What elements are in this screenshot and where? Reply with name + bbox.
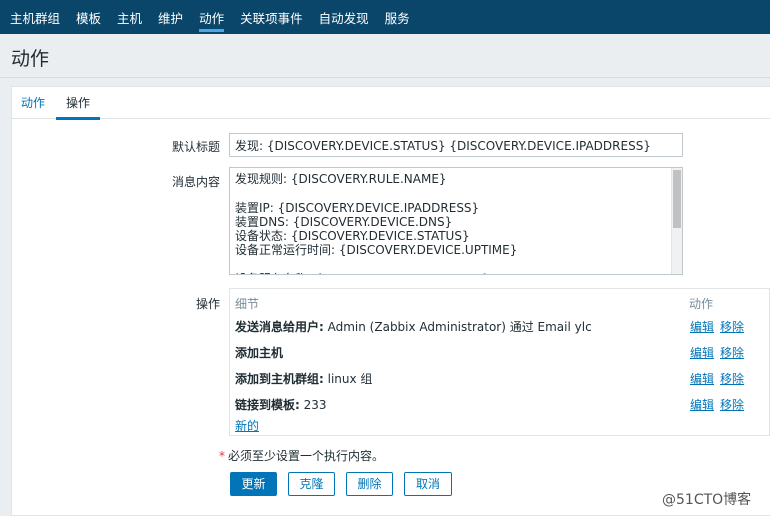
watermark: @51CTO博客 — [662, 492, 752, 508]
tab-action[interactable]: 动作 — [21, 87, 45, 119]
message-line: 装置DNS: {DISCOVERY.DEVICE.DNS} — [235, 214, 453, 229]
message-line: 设备服务名称: {DISCOVERY.SERVICE.NAME} — [235, 272, 668, 274]
required-asterisk: * — [219, 449, 225, 463]
operations-table: 细节 动作 发送消息给用户: Admin (Zabbix Administrat… — [229, 288, 770, 436]
update-button[interactable]: 更新 — [230, 472, 277, 496]
message-line: 设备状态: {DISCOVERY.DEVICE.STATUS} — [235, 229, 470, 244]
ops-row: 链接到模板: 233 编辑 移除 — [235, 396, 765, 416]
ops-col-details: 细节 — [235, 297, 260, 311]
operations-label: 操作 — [195, 297, 220, 311]
ops-remove-link[interactable]: 移除 — [720, 318, 744, 335]
required-note-text: 必须至少设置一个执行内容。 — [228, 449, 385, 463]
scroll-thumb[interactable] — [673, 170, 681, 228]
clone-button[interactable]: 克隆 — [288, 472, 335, 496]
message-line: 装置IP: {DISCOVERY.DEVICE.IPADDRESS} — [235, 200, 480, 215]
ops-row-desc: Admin (Zabbix Administrator) 通过 Email yl… — [323, 320, 592, 334]
nav-item-host-groups[interactable]: 主机群组 — [2, 0, 68, 34]
default-subject-input[interactable]: 发现: {DISCOVERY.DEVICE.STATUS} {DISCOVERY… — [229, 133, 683, 157]
top-navigation: 主机群组 模板 主机 维护 动作 关联项事件 自动发现 服务 — [0, 0, 770, 34]
nav-item-maintenance[interactable]: 维护 — [150, 0, 191, 34]
ops-remove-link[interactable]: 移除 — [720, 396, 744, 413]
message-line: 设备正常运行时间: {DISCOVERY.DEVICE.UPTIME} — [235, 243, 518, 258]
ops-row-title: 添加主机 — [235, 346, 284, 360]
ops-row-detail: 添加到主机群组: linux 组 — [235, 370, 372, 387]
new-operation-link[interactable]: 新的 — [235, 417, 259, 434]
delete-button[interactable]: 删除 — [346, 472, 393, 496]
message-line — [235, 258, 668, 272]
ops-row-desc: 233 — [299, 398, 327, 412]
header-divider — [0, 77, 770, 78]
message-line — [235, 186, 668, 200]
ops-edit-link[interactable]: 编辑 — [690, 318, 714, 335]
ops-row-detail: 添加主机 — [235, 344, 283, 361]
ops-row: 发送消息给用户: Admin (Zabbix Administrator) 通过… — [235, 318, 765, 338]
ops-edit-link[interactable]: 编辑 — [690, 344, 714, 361]
ops-remove-link[interactable]: 移除 — [720, 370, 744, 387]
nav-item-discovery[interactable]: 自动发现 — [311, 0, 377, 34]
message-scrollbar[interactable] — [671, 168, 682, 274]
ops-row-title: 链接到模板: — [235, 398, 300, 412]
tab-operations[interactable]: 操作 — [55, 87, 101, 120]
ops-row-title: 发送消息给用户: — [235, 320, 324, 334]
required-note: * 必须至少设置一个执行内容。 — [219, 447, 384, 464]
ops-row-detail: 链接到模板: 233 — [235, 396, 327, 413]
ops-edit-link[interactable]: 编辑 — [690, 396, 714, 413]
message-text: 发现规则: {DISCOVERY.RULE.NAME} 装置IP: {DISCO… — [235, 172, 668, 274]
message-textarea[interactable]: 发现规则: {DISCOVERY.RULE.NAME} 装置IP: {DISCO… — [229, 167, 683, 275]
nav-item-services[interactable]: 服务 — [377, 0, 418, 34]
ops-col-action: 动作 — [689, 297, 714, 311]
message-line: 发现规则: {DISCOVERY.RULE.NAME} — [235, 172, 447, 186]
ops-row: 添加主机 编辑 移除 — [235, 344, 765, 364]
tab-bar: 动作 操作 — [12, 87, 770, 120]
ops-remove-link[interactable]: 移除 — [720, 344, 744, 361]
nav-item-hosts[interactable]: 主机 — [109, 0, 150, 34]
ops-row-desc: linux 组 — [323, 372, 373, 386]
ops-row-title: 添加到主机群组: — [235, 372, 324, 386]
nav-item-event-correlation[interactable]: 关联项事件 — [232, 0, 311, 34]
ops-row-detail: 发送消息给用户: Admin (Zabbix Administrator) 通过… — [235, 318, 592, 335]
default-subject-label: 默认标题 — [171, 140, 220, 154]
nav-item-templates[interactable]: 模板 — [68, 0, 109, 34]
page-title: 动作 — [11, 48, 50, 70]
message-label: 消息内容 — [171, 175, 220, 189]
ops-edit-link[interactable]: 编辑 — [690, 370, 714, 387]
nav-item-actions[interactable]: 动作 — [191, 0, 232, 34]
cancel-button[interactable]: 取消 — [404, 472, 452, 496]
ops-row: 添加到主机群组: linux 组 编辑 移除 — [235, 370, 765, 390]
